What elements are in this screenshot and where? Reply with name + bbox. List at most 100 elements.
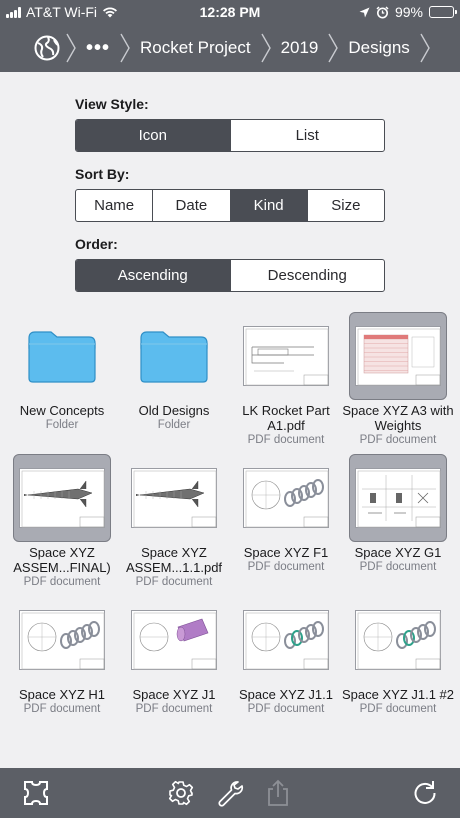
chevron-right-icon: [66, 33, 76, 63]
file-thumbnail: [125, 596, 223, 684]
sort-by-label: Sort By:: [75, 166, 130, 182]
file-item[interactable]: Old Designs Folder: [118, 312, 230, 454]
file-kind: PDF document: [359, 561, 437, 573]
pdf-table-icon: [355, 326, 441, 386]
chevron-right-icon: [260, 33, 271, 63]
folder-icon: [28, 331, 96, 383]
file-kind: Folder: [157, 419, 191, 431]
view-style-label: View Style:: [75, 96, 149, 112]
refresh-icon[interactable]: [411, 779, 439, 807]
file-item[interactable]: Space XYZ F1 PDF document: [230, 454, 342, 596]
file-thumbnail: [13, 596, 111, 684]
chevron-right-icon: [120, 33, 130, 63]
fullscreen-icon[interactable]: [22, 779, 50, 807]
pdf-springs-green-icon: [355, 610, 441, 670]
file-name-text: Space XYZ ASSEM...1.1.pdf: [125, 545, 223, 575]
file-thumbnail: [349, 596, 447, 684]
file-item[interactable]: Space XYZ J1.1 #2 PDF document: [342, 596, 454, 738]
order-control: Ascending Descending: [75, 259, 385, 292]
share-icon[interactable]: [264, 779, 292, 807]
file-name: Space XYZ G1 PDF document: [342, 545, 454, 575]
file-name-text: Space XYZ J1.1 #2: [342, 687, 455, 702]
order-label: Order:: [75, 236, 118, 252]
file-kind: PDF document: [23, 576, 101, 588]
file-name: Old Designs Folder: [118, 403, 230, 433]
folder-icon: [140, 331, 208, 383]
file-kind: PDF document: [247, 561, 325, 573]
file-kind: PDF document: [247, 703, 325, 715]
battery-label: 99%: [394, 4, 423, 20]
file-item[interactable]: LK Rocket Part A1.pdf PDF document: [230, 312, 342, 454]
file-thumbnail: [125, 312, 223, 400]
sort-by-date[interactable]: Date: [153, 190, 231, 221]
file-item[interactable]: Space XYZ A3 with Weights PDF document: [342, 312, 454, 454]
file-name-text: New Concepts: [19, 403, 105, 418]
file-item[interactable]: Space XYZ G1 PDF document: [342, 454, 454, 596]
file-item[interactable]: Space XYZ ASSEM...FINAL) PDF document: [6, 454, 118, 596]
file-name-text: Space XYZ H1: [19, 687, 105, 702]
file-item[interactable]: Space XYZ H1 PDF document: [6, 596, 118, 738]
file-name-text: Space XYZ ASSEM...FINAL): [13, 545, 111, 575]
wrench-icon[interactable]: [216, 779, 244, 807]
top-bar: AT&T Wi-Fi 12:28 PM 99% ••• Rocket Proje…: [0, 0, 460, 72]
pdf-cylinder-icon: [131, 610, 217, 670]
breadcrumb: ••• Rocket Project 2019 Designs: [0, 24, 460, 72]
breadcrumb-2019[interactable]: 2019: [273, 24, 327, 72]
file-kind: PDF document: [23, 703, 101, 715]
file-name: Space XYZ F1 PDF document: [230, 545, 342, 575]
file-name-text: Old Designs: [138, 403, 210, 418]
file-kind: PDF document: [135, 703, 213, 715]
file-name: Space XYZ ASSEM...FINAL) PDF document: [6, 545, 118, 590]
pdf-springs-green-icon: [243, 610, 329, 670]
file-name-text: Space XYZ A3 with Weights: [342, 403, 454, 433]
file-name: Space XYZ J1.1 PDF document: [230, 687, 342, 717]
file-item[interactable]: New Concepts Folder: [6, 312, 118, 454]
file-name: Space XYZ J1 PDF document: [118, 687, 230, 717]
file-thumbnail: [349, 454, 447, 542]
pdf-springs-icon: [243, 468, 329, 528]
breadcrumb-designs[interactable]: Designs: [340, 24, 417, 72]
location-icon: [359, 7, 370, 17]
file-thumbnail: [125, 454, 223, 542]
chevron-right-icon: [328, 33, 339, 63]
file-name-text: Space XYZ J1.1: [239, 687, 333, 702]
file-name: Space XYZ J1.1 #2 PDF document: [342, 687, 454, 717]
pdf-rocket-icon: [131, 468, 217, 528]
sort-by-size[interactable]: Size: [308, 190, 384, 221]
pdf-parts-icon: [355, 468, 441, 528]
file-name: Space XYZ ASSEM...1.1.pdf PDF document: [118, 545, 230, 590]
status-bar: AT&T Wi-Fi 12:28 PM 99%: [0, 0, 460, 24]
file-item[interactable]: Space XYZ J1 PDF document: [118, 596, 230, 738]
battery-icon: [429, 6, 457, 18]
file-thumbnail: [237, 596, 335, 684]
gear-icon[interactable]: [167, 779, 195, 807]
file-item[interactable]: Space XYZ ASSEM...1.1.pdf PDF document: [118, 454, 230, 596]
file-name: Space XYZ H1 PDF document: [6, 687, 118, 717]
order-descending[interactable]: Descending: [231, 260, 385, 291]
file-name: Space XYZ A3 with Weights PDF document: [342, 403, 454, 448]
file-thumbnail: [237, 312, 335, 400]
breadcrumb-rocket-project[interactable]: Rocket Project: [132, 24, 259, 72]
file-name: LK Rocket Part A1.pdf PDF document: [230, 403, 342, 448]
file-thumbnail: [349, 312, 447, 400]
file-name-text: Space XYZ J1: [132, 687, 216, 702]
sort-by-name[interactable]: Name: [76, 190, 154, 221]
file-kind: PDF document: [359, 703, 437, 715]
sort-by-kind[interactable]: Kind: [230, 190, 308, 221]
file-name-text: Space XYZ G1: [354, 545, 442, 560]
order-ascending[interactable]: Ascending: [76, 260, 231, 291]
sort-by-control: Name Date Kind Size: [75, 189, 385, 222]
globe-icon[interactable]: [34, 35, 60, 61]
alarm-icon: [376, 5, 389, 18]
file-kind: PDF document: [135, 576, 213, 588]
file-item[interactable]: Space XYZ J1.1 PDF document: [230, 596, 342, 738]
view-style-icon[interactable]: Icon: [76, 120, 231, 151]
view-options: View Style: Icon List Sort By: Name Date…: [75, 96, 385, 306]
breadcrumb-more[interactable]: •••: [78, 24, 118, 72]
file-thumbnail: [13, 454, 111, 542]
view-style-list[interactable]: List: [231, 120, 385, 151]
pdf-drawing-icon: [243, 326, 329, 386]
file-name: New Concepts Folder: [6, 403, 118, 433]
file-name-text: Space XYZ F1: [243, 545, 329, 560]
bottom-toolbar: [0, 768, 460, 818]
